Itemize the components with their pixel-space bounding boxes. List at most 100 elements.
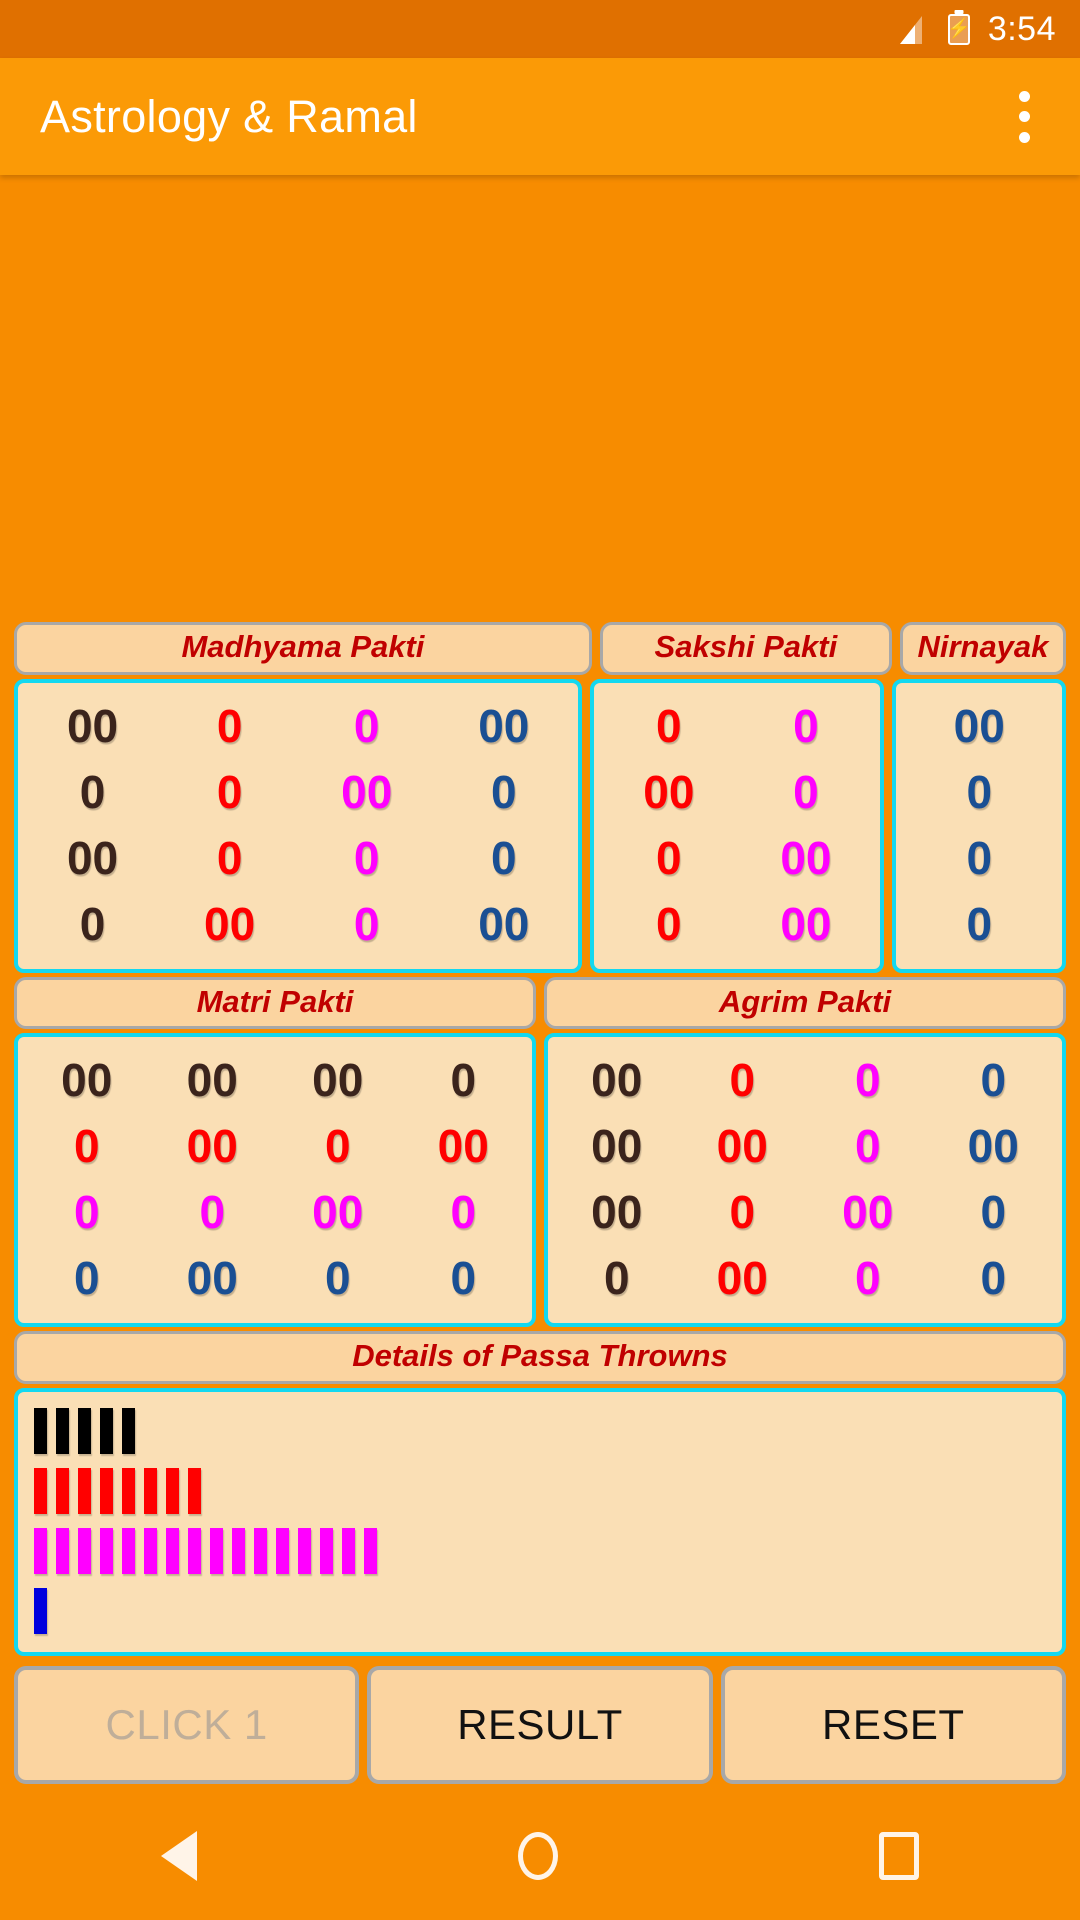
tally-mark: [166, 1468, 179, 1514]
tally-mark: [122, 1528, 135, 1574]
header-nirnayak: Nirnayak: [899, 622, 1066, 675]
tally-mark: [78, 1528, 91, 1574]
table-cell: 00: [478, 699, 530, 752]
table-row: 0: [902, 825, 1056, 891]
system-nav-bar: [0, 1792, 1080, 1920]
action-bar: Astrology & Ramal: [0, 58, 1080, 175]
table-row: 000000: [24, 1113, 526, 1179]
table-matri-pakti: 00 00 00 0 0 00 0 00 0 0 00 0 0 00 0 0: [14, 1033, 536, 1328]
grid-row-1: 00 0 0 00 0 0 00 0 00 0 0 0 0 00 0 00 0 0 00 0 0 00 0 00 00 0 0 0: [14, 678, 1066, 973]
table-cell: 00: [204, 897, 256, 950]
tally-row: [34, 1408, 1046, 1460]
tally-mark: [34, 1408, 47, 1454]
overflow-menu-icon[interactable]: [1018, 90, 1030, 143]
tally-mark: [78, 1408, 91, 1454]
status-clock: 3:54: [987, 9, 1056, 48]
tally-mark: [188, 1468, 201, 1514]
table-cell: 0: [490, 831, 517, 884]
battery-charging-icon: ⚡: [946, 13, 971, 45]
main-content: Madhyama Pakti Sakshi Pakti Nirnayak 00 0…: [0, 175, 1080, 1792]
table-cell: 0: [353, 897, 380, 950]
grid-row-2: 00 00 00 0 0 00 0 00 0 0 00 0 0 00 0 0 00 0 0 0 00 00 0 00 00 0 0…: [14, 1033, 1066, 1328]
table-cell: 0: [199, 1186, 226, 1239]
tally-mark: [144, 1468, 157, 1514]
tally-mark: [34, 1468, 47, 1514]
tally-mark: [122, 1408, 135, 1454]
table-cell: 0: [73, 1252, 100, 1305]
table-cell: 0: [966, 897, 993, 950]
table-cell: 00: [716, 1120, 768, 1173]
reset-button[interactable]: RESET: [720, 1666, 1066, 1784]
table-cell: 0: [854, 1252, 881, 1305]
table-cell: 0: [324, 1252, 351, 1305]
table-cell: 0: [324, 1120, 351, 1173]
header-madhyama-pakti: Madhyama Pakti: [14, 622, 592, 675]
table-cell: 0: [656, 831, 682, 884]
table-row: 000: [600, 759, 874, 825]
table-row: 00000: [24, 759, 572, 825]
table-row: 00: [600, 693, 874, 759]
table-cell: 0: [353, 699, 380, 752]
click-button[interactable]: CLICK 1: [14, 1666, 360, 1784]
table-cell: 00: [953, 699, 1005, 752]
table-row: 00000: [554, 1245, 1056, 1311]
home-circle-icon[interactable]: [517, 1832, 558, 1880]
tally-mark: [56, 1408, 69, 1454]
table-cell: 00: [341, 765, 393, 818]
table-row: 0: [902, 891, 1056, 957]
table-row: 00: [902, 693, 1056, 759]
tally-mark: [78, 1468, 91, 1514]
table-cell: 00: [312, 1054, 364, 1107]
table-cell: 0: [656, 897, 682, 950]
table-cell: 00: [780, 897, 832, 950]
table-row: 00000: [24, 825, 572, 891]
tally-mark: [166, 1528, 179, 1574]
battery-bolt-glyph: ⚡: [946, 18, 971, 40]
status-bar: ⚡ 3:54: [0, 0, 1080, 58]
status-icons: ⚡ 3:54: [899, 9, 1056, 49]
table-cell: 0: [980, 1186, 1007, 1239]
table-cell: 0: [216, 699, 243, 752]
tally-mark: [210, 1528, 223, 1574]
table-cell: 0: [216, 765, 243, 818]
table-cell: 0: [73, 1186, 100, 1239]
table-cell: 00: [186, 1120, 238, 1173]
table-row: 0: [902, 759, 1056, 825]
tally-mark: [298, 1528, 311, 1574]
table-cell: 0: [966, 765, 993, 818]
header-agrim-pakti: Agrim Pakti: [544, 976, 1066, 1030]
table-cell: 0: [854, 1054, 881, 1107]
tally-mark: [34, 1588, 47, 1634]
table-sakshi-pakti: 0 0 00 0 0 00 0 00: [590, 678, 885, 973]
header-row-1: Madhyama Pakti Sakshi Pakti Nirnayak: [14, 622, 1066, 675]
table-row: 00000: [24, 1245, 526, 1311]
back-triangle-icon[interactable]: [160, 1831, 197, 1881]
table-cell: 0: [729, 1054, 756, 1107]
table-cell: 0: [980, 1252, 1007, 1305]
table-cell: 0: [450, 1252, 477, 1305]
table-madhyama-pakti: 00 0 0 00 0 0 00 0 00 0 0 0 0 00 0 00: [14, 678, 583, 973]
table-row: 000: [600, 891, 874, 957]
passa-details-box: [14, 1388, 1066, 1656]
tally-mark: [254, 1528, 267, 1574]
page-title: Astrology & Ramal: [40, 90, 418, 142]
table-cell: 00: [716, 1252, 768, 1305]
result-button[interactable]: RESULT: [367, 1666, 713, 1784]
table-cell: 00: [312, 1186, 364, 1239]
table-cell: 0: [729, 1186, 756, 1239]
table-row: 000000: [24, 693, 572, 759]
header-row-2: Matri Pakti Agrim Pakti: [14, 976, 1066, 1030]
table-cell: 00: [186, 1054, 238, 1107]
recents-square-icon[interactable]: [879, 1832, 920, 1880]
table-cell: 00: [643, 765, 695, 818]
tally-row: [34, 1588, 1046, 1640]
tally-row: [34, 1528, 1046, 1580]
table-cell: 0: [854, 1120, 881, 1173]
table-cell: 0: [656, 699, 682, 752]
table-cell: 0: [216, 831, 243, 884]
tally-mark: [364, 1528, 377, 1574]
tally-mark: [56, 1468, 69, 1514]
tally-mark: [100, 1468, 113, 1514]
header-matri-pakti: Matri Pakti: [14, 976, 536, 1030]
table-cell: 0: [450, 1054, 477, 1107]
